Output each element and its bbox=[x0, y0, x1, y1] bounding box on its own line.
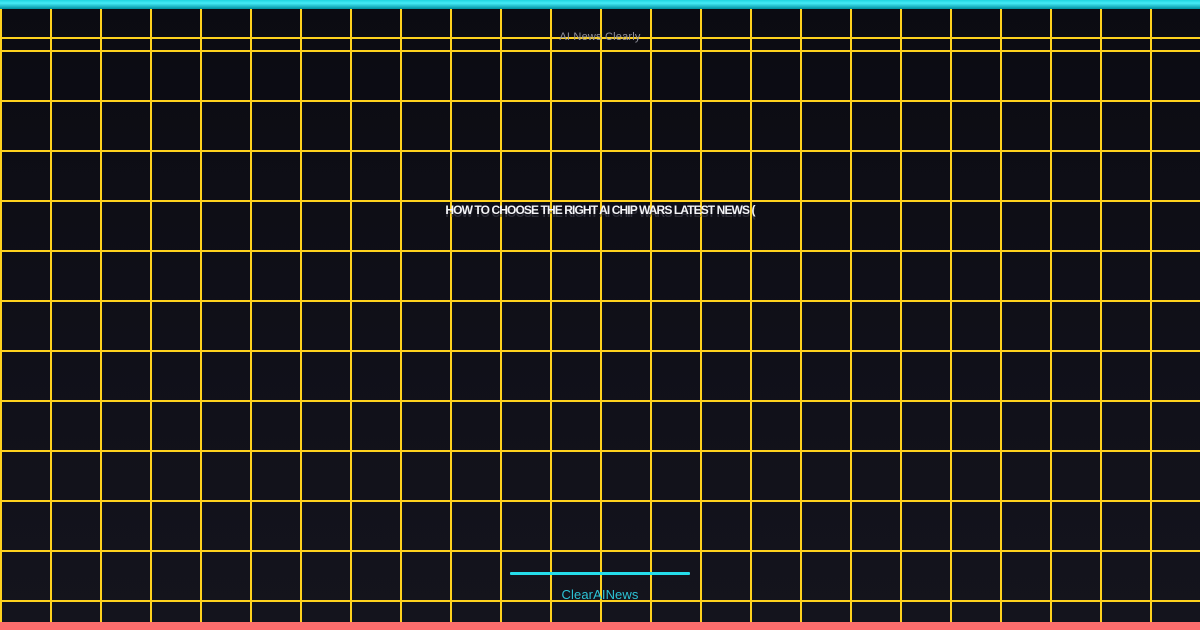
grid-background bbox=[0, 9, 1200, 622]
site-name: AI News Clearly bbox=[559, 31, 641, 43]
page-title: HOW TO CHOOSE THE RIGHT AI CHIP WARS LAT… bbox=[445, 203, 755, 217]
brand-name: ClearAINews bbox=[561, 587, 639, 602]
divider-line bbox=[510, 572, 690, 575]
top-accent-bar bbox=[0, 0, 1200, 9]
social-card: AI News Clearly HOW TO CHOOSE THE RIGHT … bbox=[0, 0, 1200, 630]
bottom-accent-bar bbox=[0, 622, 1200, 630]
